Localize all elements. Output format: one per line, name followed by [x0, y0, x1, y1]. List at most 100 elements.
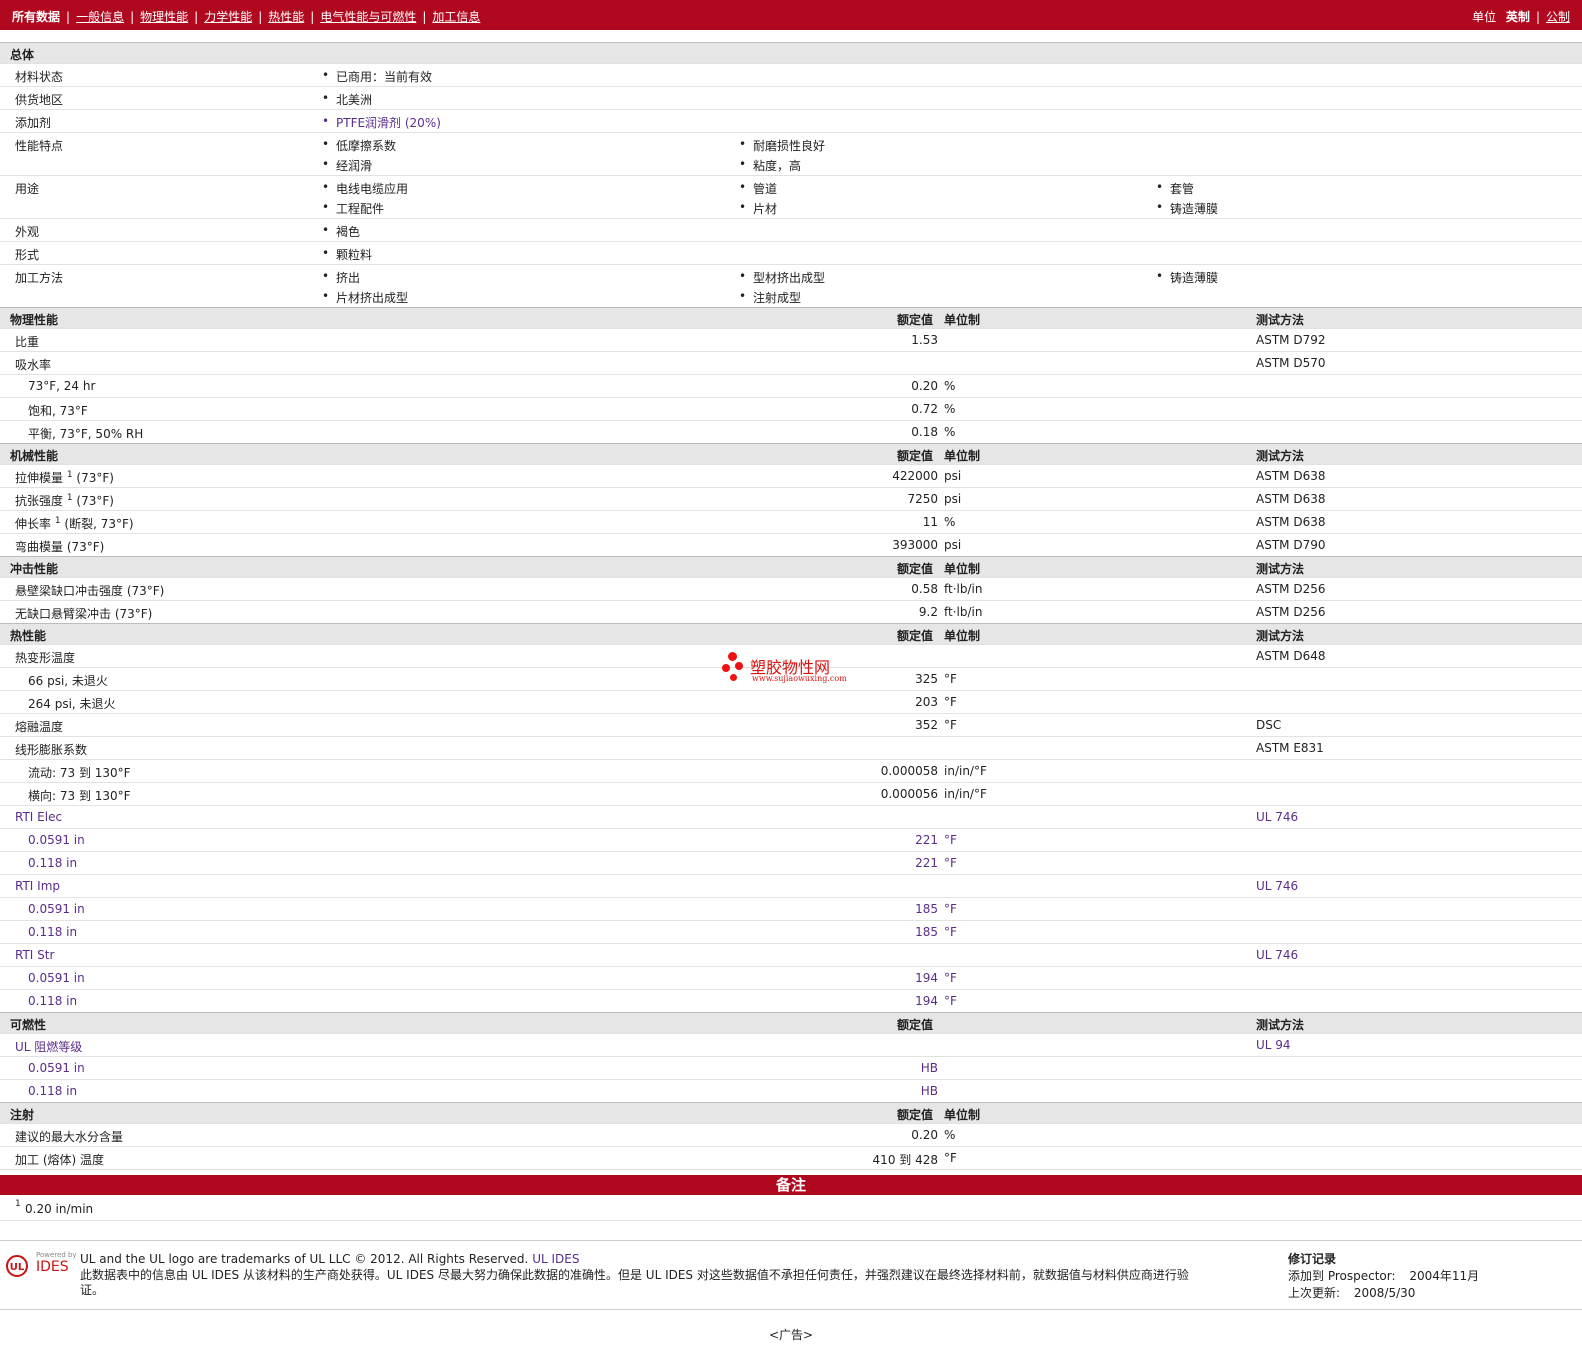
- section-header-thermal: 热性能 额定值 单位制 测试方法: [0, 623, 1582, 645]
- row-label: 吸水率: [15, 356, 51, 373]
- general-label: 材料状态: [15, 70, 64, 84]
- revision-updated: 上次更新: 2008/5/30: [1288, 1286, 1416, 1300]
- general-item: 粘度，高: [739, 157, 801, 174]
- row-method: ASTM D638: [1256, 515, 1326, 529]
- general-item: 工程配件: [322, 200, 384, 217]
- ul-ides-link[interactable]: UL IDES: [532, 1252, 579, 1266]
- row-label-text: 0.118 in: [28, 856, 78, 870]
- header-method: 测试方法: [1256, 449, 1305, 463]
- general-row: 外观 褐色: [0, 218, 1582, 241]
- row-label: RTI Str: [15, 948, 54, 962]
- ul-ides-logo: Powered by UL IDES: [6, 1251, 77, 1281]
- units-metric-link[interactable]: 公制: [1546, 10, 1570, 24]
- row-unit: psi: [944, 492, 962, 506]
- section-header-physical: 物理性能 额定值 单位制 测试方法: [0, 307, 1582, 329]
- row-unit: %: [944, 402, 956, 416]
- nav-mechanical[interactable]: 力学性能: [204, 10, 252, 24]
- header-value: 额定值: [897, 1018, 934, 1032]
- ad-label: <广告>: [768, 1328, 814, 1342]
- row-label: RTI Elec: [15, 810, 62, 824]
- general-row: 供货地区 北美洲: [0, 86, 1582, 109]
- row-label: 加工 (熔体) 温度: [15, 1151, 104, 1168]
- row-label-text: 66 psi, 未退火: [28, 674, 108, 688]
- trademark-text: UL and the UL logo are trademarks of UL …: [80, 1252, 580, 1266]
- row-label: 横向: 73 到 130°F: [28, 787, 131, 804]
- row-label-text: 73°F, 24 hr: [28, 379, 96, 393]
- row-method: ASTM D792: [1256, 333, 1326, 347]
- top-nav-bar: 所有数据 | 一般信息 | 物理性能 | 力学性能 | 热性能 | 电气性能与可燃性 | 加工信息 单位…: [0, 0, 1582, 30]
- units-label: 单位: [1472, 10, 1497, 24]
- row-label-text: 0.0591 in: [28, 902, 85, 916]
- table-row: 伸长率 1 (断裂, 73°F) 11% ASTM D638: [0, 510, 1582, 533]
- general-item: PTFE润滑剂 (20%): [322, 114, 441, 131]
- row-label-text: UL 阻燃等级: [15, 1040, 83, 1054]
- header-method: 测试方法: [1256, 629, 1305, 643]
- ul-logo-icon: UL: [6, 1255, 28, 1277]
- row-label-text: 线形膨胀系数: [15, 743, 88, 757]
- row-label: 无缺口悬臂梁冲击 (73°F): [15, 605, 152, 622]
- row-label-text: 吸水率: [15, 358, 52, 372]
- row-label: 0.118 in: [28, 925, 77, 939]
- header-method: 测试方法: [1256, 1018, 1305, 1032]
- row-unit: °F: [944, 925, 957, 939]
- footnote-ref: 1: [54, 516, 61, 526]
- general-item: 颗粒料: [322, 246, 372, 263]
- row-label: 建议的最大水分含量: [15, 1128, 123, 1145]
- row-label: 悬壁梁缺口冲击强度 (73°F): [15, 582, 164, 599]
- table-row: RTI Elec UL 746: [0, 805, 1582, 828]
- table-row: 0.0591 in 194 °F: [0, 966, 1582, 989]
- nav-physical[interactable]: 物理性能: [140, 10, 188, 24]
- section-title: 冲击性能: [10, 562, 59, 576]
- header-unit: 单位制: [944, 562, 981, 576]
- table-row: 0.0591 in 185 °F: [0, 897, 1582, 920]
- row-label: 平衡, 73°F, 50% RH: [28, 425, 143, 442]
- watermark: 塑胶物性网 www.sujiaowuxing.com: [722, 652, 862, 688]
- row-label-text: 饱和, 73°F: [28, 404, 88, 418]
- row-value: HB: [920, 1084, 938, 1098]
- section-title: 热性能: [10, 629, 47, 643]
- table-row: 抗张强度 1 (73°F) 7250 psi ASTM D638: [0, 487, 1582, 510]
- table-row: 弯曲模量 (73°F) 393000 psi ASTM D790: [0, 533, 1582, 556]
- row-unit: psi: [944, 469, 962, 483]
- row-label-text: 伸长率: [15, 517, 52, 531]
- row-method: ASTM D638: [1256, 469, 1326, 483]
- row-method: ASTM D570: [1256, 356, 1326, 370]
- general-item: 经润滑: [322, 157, 372, 174]
- row-label-text: 加工 (熔体) 温度: [15, 1153, 104, 1167]
- row-label-text: 弯曲模量 (73°F): [15, 540, 105, 554]
- header-unit: 单位制: [944, 313, 981, 327]
- nav-general-info[interactable]: 一般信息: [76, 10, 124, 24]
- nav-electrical[interactable]: 电气性能与可燃性: [320, 10, 416, 24]
- nav-thermal[interactable]: 热性能: [268, 10, 304, 24]
- table-row: 0.118 in 185 °F: [0, 920, 1582, 943]
- header-method: 测试方法: [1256, 562, 1305, 576]
- row-label-text: 建议的最大水分含量: [15, 1130, 124, 1144]
- header-value: 额定值: [897, 1108, 934, 1122]
- general-item: 管道: [739, 180, 777, 197]
- row-label: 弯曲模量 (73°F): [15, 538, 104, 555]
- table-row: UL 阻燃等级 UL 94: [0, 1033, 1582, 1056]
- general-item: 型材挤出成型: [739, 269, 825, 286]
- nav-processing[interactable]: 加工信息: [432, 10, 480, 24]
- row-value: 410 到 428: [872, 1153, 938, 1167]
- header-unit: 单位制: [944, 1108, 981, 1122]
- table-row: 悬壁梁缺口冲击强度 (73°F) 0.58 ft·lb/in ASTM D256: [0, 577, 1582, 600]
- general-row: 加工方法 挤出 型材挤出成型 铸造薄膜片材挤出成型 注射成型: [0, 264, 1582, 307]
- row-value: 0.000056: [880, 787, 938, 801]
- table-row: 拉伸模量 1 (73°F) 422000 psi ASTM D638: [0, 464, 1582, 487]
- divider: [0, 1220, 1582, 1222]
- row-method: ASTM D256: [1256, 605, 1326, 619]
- row-unit: ft·lb/in: [944, 582, 983, 596]
- row-value: 0.20: [911, 379, 938, 393]
- general-row: 材料状态 已商用：当前有效: [0, 63, 1582, 86]
- footnote-ref: 1: [66, 493, 73, 503]
- row-label-text: 0.0591 in: [28, 1061, 85, 1075]
- row-label-text: 0.118 in: [28, 925, 78, 939]
- row-unit: °F: [944, 994, 957, 1008]
- header-unit: 单位制: [944, 629, 981, 643]
- nav-all-data[interactable]: 所有数据: [12, 10, 60, 24]
- footer: Powered by UL IDES UL and the UL logo ar…: [0, 1240, 1582, 1310]
- row-label-text: 0.118 in: [28, 994, 78, 1008]
- row-label-text: 抗张强度: [15, 494, 64, 508]
- row-label-text: 熔融温度: [15, 720, 64, 734]
